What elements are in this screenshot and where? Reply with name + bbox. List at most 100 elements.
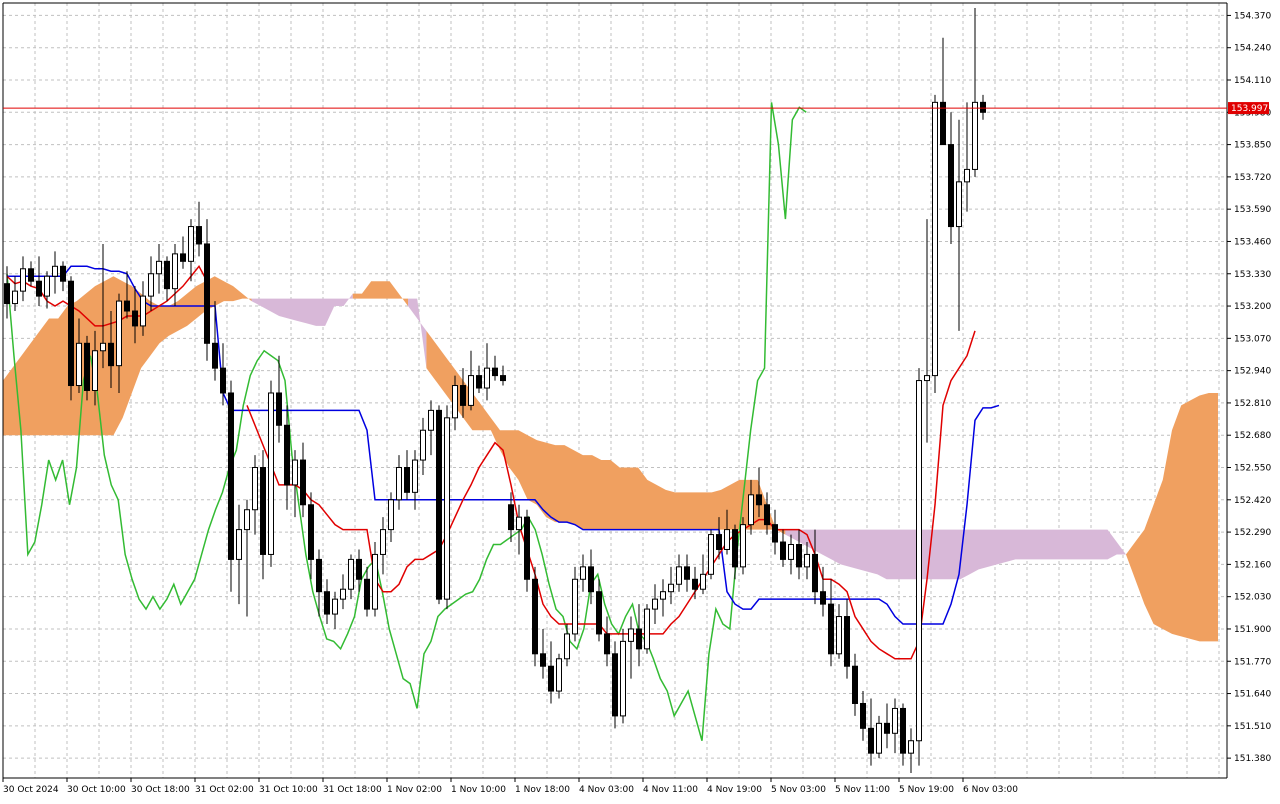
y-tick-label: 154.110 <box>1234 76 1271 86</box>
candle-body-bear <box>260 467 266 555</box>
candle-body-bull <box>116 300 122 367</box>
candle-body-bull <box>748 494 754 526</box>
candle-body-bull <box>932 101 938 377</box>
candle-body-bear <box>900 707 906 754</box>
candle[interactable] <box>916 368 922 766</box>
candle-body-bear <box>844 616 850 667</box>
candle-body-bull <box>676 566 682 585</box>
candle[interactable] <box>268 380 274 567</box>
current-price-label: 153.997 <box>1231 104 1268 114</box>
candle-body-bull <box>644 608 650 650</box>
candle-body-bear <box>588 566 594 593</box>
candle-body-bull <box>388 499 394 531</box>
x-tick-label: 31 Oct 10:00 <box>259 785 318 795</box>
candle-body-bear <box>636 628 642 650</box>
candle-body-bear <box>84 342 90 391</box>
candle[interactable] <box>84 335 90 401</box>
candle-body-bear <box>212 342 218 369</box>
x-tick-label: 30 Oct 18:00 <box>131 785 190 795</box>
candle-body-bull <box>348 558 354 590</box>
candle-body-bear <box>612 653 618 717</box>
candle-body-bull <box>700 573 706 590</box>
y-tick-label: 153.720 <box>1234 173 1271 183</box>
candle-body-bear <box>860 702 866 729</box>
y-tick-label: 151.510 <box>1234 722 1271 732</box>
y-tick-label: 152.290 <box>1234 528 1271 538</box>
candle-body-bear <box>692 578 698 590</box>
x-tick-label: 1 Nov 02:00 <box>387 785 442 795</box>
candle-body-bear <box>772 524 778 543</box>
candle-body-bull <box>428 409 434 431</box>
candle-body-bull <box>100 342 106 352</box>
x-tick-label: 31 Oct 18:00 <box>323 785 382 795</box>
candle[interactable] <box>740 517 746 575</box>
candle[interactable] <box>620 628 626 724</box>
candle[interactable] <box>612 641 618 729</box>
y-tick-label: 153.070 <box>1234 334 1271 344</box>
x-tick-label: 5 Nov 19:00 <box>899 785 954 795</box>
x-tick-label: 1 Nov 18:00 <box>515 785 570 795</box>
candle-body-bear <box>540 653 546 667</box>
candle-body-bull <box>340 588 346 600</box>
chart-canvas[interactable]: 154.370154.240154.110153.980153.850153.7… <box>0 0 1280 800</box>
candle-body-bull <box>372 553 378 610</box>
candle-body-bull <box>516 516 522 531</box>
candle-body-bear <box>828 603 834 655</box>
y-tick-label: 152.940 <box>1234 367 1271 377</box>
candle-body-bull <box>172 253 178 290</box>
candle-body-bull <box>892 707 898 734</box>
candle-body-bull <box>964 168 970 183</box>
candle-body-bear <box>316 558 322 593</box>
y-tick-label: 153.850 <box>1234 141 1271 151</box>
candle-body-bull <box>292 459 298 486</box>
candle[interactable] <box>708 529 714 580</box>
chart-background <box>0 0 1280 800</box>
x-tick-label: 4 Nov 19:00 <box>707 785 762 795</box>
candle-body-bear <box>756 494 762 506</box>
candle-body-bull <box>252 467 258 511</box>
y-tick-label: 152.680 <box>1234 431 1271 441</box>
candle-body-bear <box>364 578 370 610</box>
candle[interactable] <box>532 566 538 667</box>
candle-body-bear <box>324 591 330 615</box>
candle-body-bear <box>36 280 42 297</box>
candle-body-bear <box>60 265 66 282</box>
candle-body-bull <box>652 598 658 610</box>
candle-body-bear <box>476 375 482 389</box>
y-tick-label: 154.370 <box>1234 11 1271 21</box>
candle-body-bear <box>436 409 442 600</box>
candle-body-bear <box>980 101 986 113</box>
candle[interactable] <box>932 94 938 393</box>
x-tick-label: 4 Nov 11:00 <box>643 785 698 795</box>
candle-body-bear <box>164 260 170 290</box>
x-tick-label: 5 Nov 03:00 <box>771 785 826 795</box>
candle-body-bear <box>508 504 514 531</box>
candle-body-bull <box>572 578 578 635</box>
candle-body-bull <box>788 544 794 560</box>
y-tick-label: 152.160 <box>1234 560 1271 570</box>
y-tick-label: 152.420 <box>1234 496 1271 506</box>
candle-body-bull <box>156 260 162 275</box>
candle[interactable] <box>436 405 442 605</box>
candle-body-bear <box>308 504 314 560</box>
candle-body-bear <box>404 467 410 493</box>
candle[interactable] <box>444 405 450 610</box>
candle-body-bull <box>140 295 146 327</box>
ichimoku-chart[interactable]: 154.370154.240154.110153.980153.850153.7… <box>0 0 1280 800</box>
candle[interactable] <box>524 509 530 592</box>
candle-body-bull <box>924 375 930 382</box>
candle-body-bull <box>468 375 474 406</box>
candle-body-bear <box>356 558 362 580</box>
y-tick-label: 152.030 <box>1234 593 1271 603</box>
candle-body-bear <box>780 541 786 560</box>
candle-body-bear <box>492 367 498 377</box>
candle[interactable] <box>644 604 650 654</box>
candle[interactable] <box>68 276 74 401</box>
candle-body-bear <box>852 665 858 704</box>
candle-body-bear <box>220 367 226 394</box>
candle-body-bull <box>420 429 426 461</box>
x-tick-label: 30 Oct 10:00 <box>67 785 126 795</box>
x-tick-label: 4 Nov 03:00 <box>579 785 634 795</box>
candle-body-bear <box>764 504 770 526</box>
candle-body-bear <box>548 665 554 692</box>
